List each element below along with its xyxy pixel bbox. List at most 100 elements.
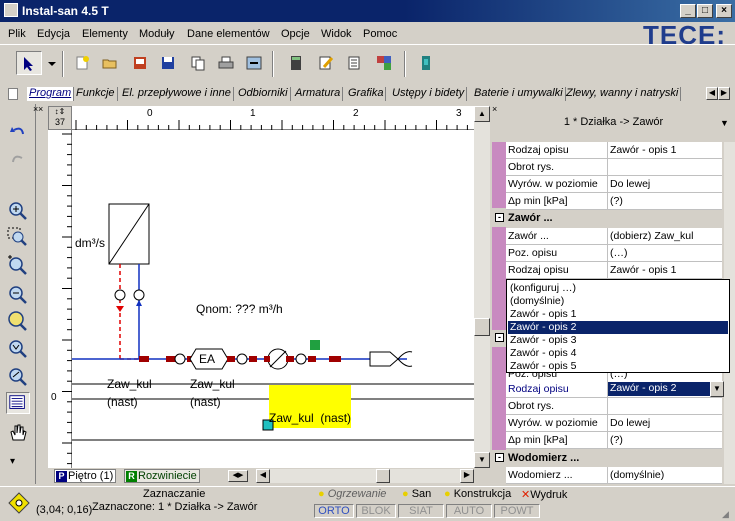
prop-row[interactable]: Wyrów. w poziomie Do lewej: [506, 415, 722, 432]
tabs-scroll-right-button[interactable]: ▶: [718, 87, 730, 100]
rodzaj-opisu-dropdown-list[interactable]: (konfiguruj …) (domyślnie) Zawór - opis …: [506, 279, 730, 373]
dropdown-option[interactable]: Zawór - opis 3: [508, 334, 728, 347]
tab-el-przeplywowe[interactable]: El. przepływowe i inne: [120, 87, 234, 101]
export-button[interactable]: [242, 51, 266, 75]
toggle-auto[interactable]: AUTO: [446, 504, 492, 518]
dropdown-option-selected[interactable]: Zawór - opis 2: [508, 321, 728, 334]
layer-wydruk[interactable]: ✕Wydruk: [521, 488, 581, 502]
dropdown-option[interactable]: (konfiguruj …): [508, 282, 728, 295]
canvas-vertical-scrollbar[interactable]: ▲ ▼: [474, 106, 490, 468]
prop-row[interactable]: Δp min [kPa] (?): [506, 432, 722, 449]
exit-button[interactable]: [414, 51, 438, 75]
prop-row[interactable]: Wyrów. w poziomie Do lewej: [506, 176, 722, 193]
prop-row[interactable]: Rodzaj opisu Zawór - opis 1: [506, 142, 722, 159]
header-dropdown-icon[interactable]: ▼: [720, 118, 729, 128]
canvas-horizontal-scrollbar[interactable]: ◀ ▶: [256, 469, 474, 483]
dropdown-option[interactable]: (domyślnie): [508, 295, 728, 308]
layer-ogrzewanie[interactable]: ● Ogrzewanie: [318, 488, 398, 502]
zoom-in-button[interactable]: [6, 200, 30, 222]
collapse-icon[interactable]: -: [495, 333, 504, 342]
section-valve-header[interactable]: - Zawór ...: [492, 210, 722, 227]
close-drawing-icon[interactable]: ×: [38, 104, 48, 118]
scroll-up-button[interactable]: ▲: [474, 106, 490, 122]
tab-armatura[interactable]: Armatura: [293, 87, 344, 101]
open-file-button[interactable]: [98, 51, 122, 75]
tab-program[interactable]: Program: [27, 87, 75, 101]
dropdown-arrow-button[interactable]: ▼: [710, 381, 724, 397]
prop-row[interactable]: Obrot rys.: [506, 398, 722, 415]
valve-state-label[interactable]: (nast): [190, 395, 221, 409]
zoom-window-button[interactable]: [6, 226, 30, 248]
dropdown-option[interactable]: Zawór - opis 1: [508, 308, 728, 321]
new-file-button[interactable]: [70, 51, 94, 75]
redo-button[interactable]: [6, 150, 30, 172]
section-meter-header[interactable]: - Wodomierz ...: [492, 450, 722, 467]
menu-elementy[interactable]: Elementy: [82, 28, 128, 40]
prop-row[interactable]: Zawór ... (dobierz) Zaw_kul: [506, 228, 722, 245]
pointer-tool-button[interactable]: [16, 51, 42, 75]
edit-data-button[interactable]: [314, 51, 338, 75]
tab-baterie[interactable]: Baterie i umywalki: [472, 87, 566, 101]
copy-button[interactable]: [186, 51, 210, 75]
zoom-plus-button[interactable]: [6, 254, 30, 276]
close-button[interactable]: ×: [716, 4, 732, 18]
rodzaj-opisu-select[interactable]: Zawór - opis 2: [608, 382, 712, 396]
warning-diamond-icon[interactable]: [8, 492, 30, 514]
calculator-button[interactable]: [284, 51, 308, 75]
toggle-blok[interactable]: BLOK: [356, 504, 396, 518]
close-properties-icon[interactable]: ×: [492, 104, 502, 114]
tab-funkcje[interactable]: Funkcje: [74, 87, 118, 101]
layer-san[interactable]: ● San: [402, 488, 442, 502]
hscroll-thumb[interactable]: [376, 469, 390, 483]
valve-label[interactable]: Zaw_kul: [107, 377, 152, 391]
more-tools-icon[interactable]: ▾: [10, 456, 15, 467]
scroll-thumb[interactable]: [474, 318, 490, 336]
drawing-canvas[interactable]: dm³/s Qnom: ??? m³/h EA Zaw_kul (nast) Z…: [72, 130, 474, 468]
project-button[interactable]: [128, 51, 152, 75]
zoom-previous-button[interactable]: [6, 338, 30, 360]
valve-state-label[interactable]: (nast): [107, 395, 138, 409]
prop-row[interactable]: Rodzaj opisu Zawór - opis 1: [506, 262, 722, 279]
tab-zlewy[interactable]: Zlewy, wanny i natryski: [564, 87, 682, 101]
toggle-orto[interactable]: ORTO: [314, 504, 354, 518]
tab-grafika[interactable]: Grafika: [346, 87, 387, 101]
menu-pomoc[interactable]: Pomoc: [363, 28, 397, 40]
prop-row[interactable]: Obrot rys.: [506, 159, 722, 176]
pan-button[interactable]: [6, 422, 30, 444]
save-button[interactable]: [156, 51, 180, 75]
minimize-button[interactable]: _: [680, 4, 696, 18]
menu-dane-elementow[interactable]: Dane elementów: [187, 28, 270, 40]
prop-row-active[interactable]: Rodzaj opisu Zawór - opis 2 ▼: [506, 381, 724, 398]
toggle-siat[interactable]: SIAT: [398, 504, 444, 518]
print-button[interactable]: [214, 51, 238, 75]
zoom-dynamic-button[interactable]: [6, 366, 30, 388]
prop-row[interactable]: Wodomierz ... (domyślnie): [506, 467, 722, 484]
menu-widok[interactable]: Widok: [321, 28, 352, 40]
tabs-nav-button[interactable]: ◀▶: [228, 470, 248, 482]
tab-rozwiniecie[interactable]: R Rozwiniecie: [124, 469, 200, 483]
maximize-button[interactable]: □: [697, 4, 713, 18]
prop-row[interactable]: Poz. opisu (…): [506, 245, 722, 262]
menu-moduly[interactable]: Moduły: [139, 28, 174, 40]
tab-pietro[interactable]: P Piętro (1): [54, 469, 116, 483]
zoom-out-button[interactable]: [6, 284, 30, 306]
valve-label[interactable]: Zaw_kul: [190, 377, 235, 391]
selected-valve-label[interactable]: Zaw_kul (nast): [269, 411, 351, 425]
layer-konstrukcja[interactable]: ● Konstrukcja: [444, 488, 518, 502]
prop-row[interactable]: Δp min [kPa] (?): [506, 193, 722, 210]
scroll-down-button[interactable]: ▼: [474, 452, 490, 468]
modules-button[interactable]: [372, 51, 396, 75]
menu-edycja[interactable]: Edycja: [37, 28, 70, 40]
menu-plik[interactable]: Plik: [8, 28, 26, 40]
undo-button[interactable]: [6, 122, 30, 144]
pointer-dropdown-button[interactable]: [42, 51, 56, 75]
dropdown-option[interactable]: Zawór - opis 4: [508, 347, 728, 360]
zoom-extents-button[interactable]: [6, 310, 30, 332]
tabs-scroll-left-button[interactable]: ◀: [706, 87, 718, 100]
resize-grip-icon[interactable]: ◢: [722, 509, 729, 520]
collapse-icon[interactable]: -: [495, 213, 504, 222]
scroll-right-button[interactable]: ▶: [460, 469, 474, 483]
toggle-powt[interactable]: POWT: [494, 504, 540, 518]
tab-ustepy[interactable]: Ustępy i bidety: [390, 87, 468, 101]
properties-view-button[interactable]: [6, 392, 30, 414]
